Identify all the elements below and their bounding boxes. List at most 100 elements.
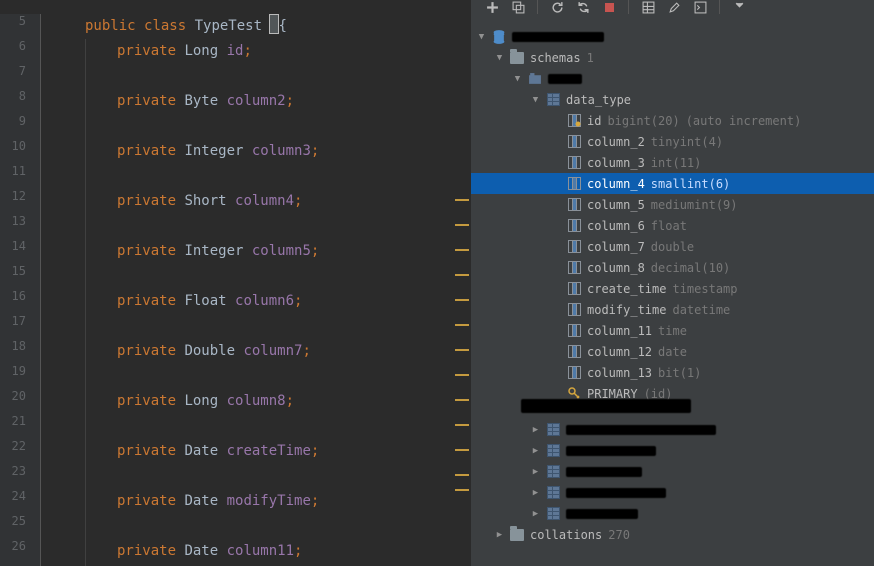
- collapse-arrow-icon[interactable]: ▶: [531, 446, 540, 456]
- tree-column[interactable]: column_8 decimal(10): [471, 257, 874, 278]
- tree-column[interactable]: column_2 tinyint(4): [471, 131, 874, 152]
- table-icon: [546, 486, 560, 500]
- edit-icon[interactable]: [667, 0, 681, 14]
- code-line[interactable]: private Integer column5;: [45, 239, 471, 264]
- stop-icon[interactable]: [602, 0, 616, 14]
- tree-datasource[interactable]: ▼: [471, 26, 874, 47]
- toolbar-separator: [628, 0, 629, 14]
- expand-arrow-icon[interactable]: ▼: [495, 53, 504, 63]
- line-number: 14: [6, 239, 26, 253]
- code-line[interactable]: [45, 164, 471, 189]
- tree-column[interactable]: modify_time datetime: [471, 299, 874, 320]
- redacted: [566, 467, 642, 477]
- tree-column[interactable]: create_time timestamp: [471, 278, 874, 299]
- code-line[interactable]: [45, 414, 471, 439]
- line-gutter: 567891011121314151617181920212223242526: [0, 14, 41, 566]
- duplicate-icon[interactable]: [511, 0, 525, 14]
- collapse-arrow-icon[interactable]: ▶: [531, 425, 540, 435]
- sync-icon[interactable]: [576, 0, 590, 14]
- change-marker: [455, 299, 469, 301]
- change-marker: [455, 349, 469, 351]
- expand-arrow-icon[interactable]: ▼: [477, 32, 486, 42]
- tree-column[interactable]: column_6 float: [471, 215, 874, 236]
- change-marker: [455, 274, 469, 276]
- change-marker: [455, 224, 469, 226]
- column-name: id: [587, 114, 601, 128]
- refresh-icon[interactable]: [550, 0, 564, 14]
- table-icon[interactable]: [641, 0, 655, 14]
- code-line[interactable]: private Date column11;: [45, 539, 471, 564]
- code-line[interactable]: [45, 364, 471, 389]
- collapse-arrow-icon[interactable]: ▶: [531, 467, 540, 477]
- add-icon[interactable]: [485, 0, 499, 14]
- code-line[interactable]: private Byte column2;: [45, 89, 471, 114]
- code-line[interactable]: private Long column8;: [45, 389, 471, 414]
- expand-arrow-icon[interactable]: ▼: [513, 74, 522, 84]
- tree-table-redacted[interactable]: ▶: [471, 419, 874, 440]
- tree-table-redacted[interactable]: ▶: [471, 440, 874, 461]
- expand-arrow-icon[interactable]: ▼: [531, 95, 540, 105]
- collapse-arrow-icon[interactable]: ▶: [531, 488, 540, 498]
- schemas-label: schemas: [530, 51, 581, 65]
- collapse-arrow-icon[interactable]: ▶: [495, 530, 504, 540]
- tree-column[interactable]: column_13 bit(1): [471, 362, 874, 383]
- tree-column[interactable]: column_12 date: [471, 341, 874, 362]
- redacted: [566, 425, 716, 435]
- redacted: [512, 32, 604, 42]
- code-editor[interactable]: public class TypeTest {private Long id; p…: [41, 14, 471, 566]
- datasource-icon: [492, 30, 506, 44]
- code-line[interactable]: [45, 214, 471, 239]
- code-line[interactable]: private Float column6;: [45, 289, 471, 314]
- collapse-arrow-icon[interactable]: ▶: [531, 509, 540, 519]
- code-line[interactable]: [45, 264, 471, 289]
- tree-column[interactable]: column_7 double: [471, 236, 874, 257]
- more-icon[interactable]: [732, 0, 746, 14]
- code-line[interactable]: [45, 64, 471, 89]
- tree-column[interactable]: column_5 mediumint(9): [471, 194, 874, 215]
- tree-schema[interactable]: ▼: [471, 68, 874, 89]
- toolbar-separator: [719, 0, 720, 14]
- code-line[interactable]: private Short column4;: [45, 189, 471, 214]
- column-name: column_11: [587, 324, 652, 338]
- code-line[interactable]: [45, 464, 471, 489]
- console-icon[interactable]: [693, 0, 707, 14]
- column-name: column_2: [587, 135, 645, 149]
- tree-table-redacted[interactable]: ▶: [471, 461, 874, 482]
- code-line[interactable]: [45, 114, 471, 139]
- column-icon: [567, 261, 581, 275]
- tree-collations[interactable]: ▶collations 270: [471, 524, 874, 545]
- column-icon: [567, 135, 581, 149]
- change-marker: [455, 324, 469, 326]
- code-line[interactable]: private Integer column3;: [45, 139, 471, 164]
- line-number: 21: [6, 414, 26, 428]
- column-type: smallint(6): [651, 177, 730, 191]
- line-number: 18: [6, 339, 26, 353]
- line-number: 8: [6, 89, 26, 103]
- tree-schemas[interactable]: ▼ schemas 1: [471, 47, 874, 68]
- code-line[interactable]: [45, 314, 471, 339]
- database-panel: ▼▼schemas 1▼▼data_typeid bigint(20) (aut…: [471, 14, 874, 566]
- line-number: 19: [6, 364, 26, 378]
- tree-column[interactable]: column_4 smallint(6): [471, 173, 874, 194]
- column-type: mediumint(9): [651, 198, 738, 212]
- tree-column[interactable]: column_3 int(11): [471, 152, 874, 173]
- tree-column[interactable]: column_11 time: [471, 320, 874, 341]
- table-icon: [546, 465, 560, 479]
- code-line[interactable]: private Date modifyTime;: [45, 489, 471, 514]
- code-line[interactable]: public class TypeTest {: [45, 14, 471, 39]
- column-icon: [567, 177, 581, 191]
- table-icon: [546, 507, 560, 521]
- code-line[interactable]: private Long id;: [45, 39, 471, 64]
- code-line[interactable]: [45, 514, 471, 539]
- tree-table-redacted[interactable]: ▶: [471, 482, 874, 503]
- folder-icon: [510, 528, 524, 542]
- schemas-count: 1: [587, 51, 594, 65]
- column-type: float: [651, 219, 687, 233]
- change-marker: [455, 474, 469, 476]
- tree-table[interactable]: ▼data_type: [471, 89, 874, 110]
- tree-table-redacted[interactable]: ▶: [471, 503, 874, 524]
- tree-column[interactable]: id bigint(20) (auto increment): [471, 110, 874, 131]
- code-line[interactable]: private Double column7;: [45, 339, 471, 364]
- code-line[interactable]: private Date createTime;: [45, 439, 471, 464]
- line-number: 17: [6, 314, 26, 328]
